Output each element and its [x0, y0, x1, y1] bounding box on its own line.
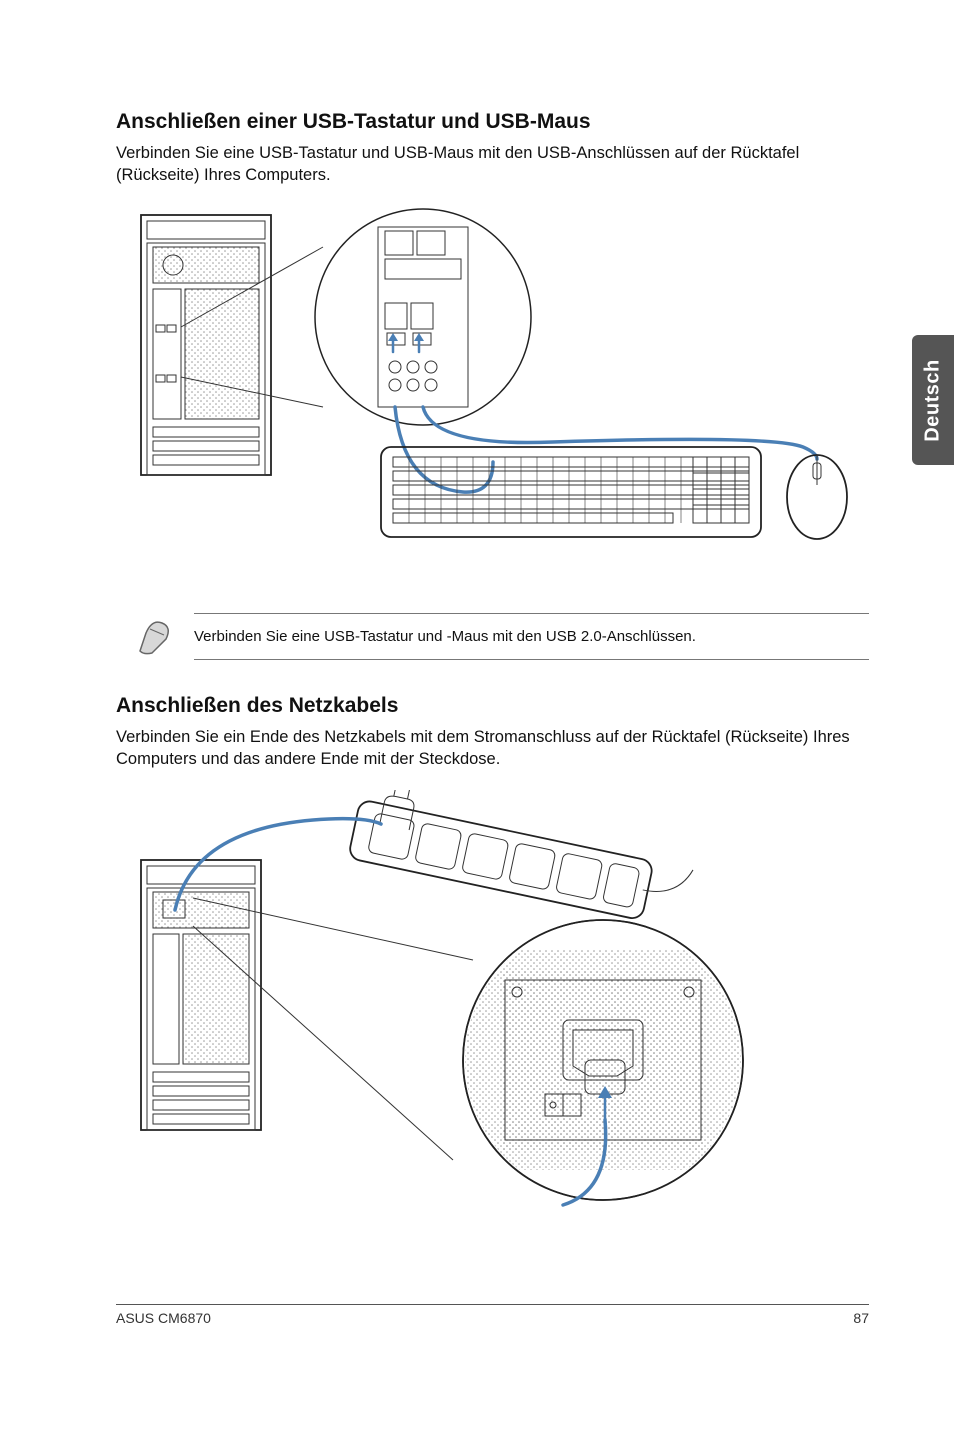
- section1-paragraph: Verbinden Sie eine USB-Tastatur und USB-…: [116, 142, 869, 187]
- mouse-icon: [787, 455, 847, 539]
- pencil-icon: [132, 613, 178, 659]
- pc-tower-icon: [141, 860, 261, 1130]
- power-inlet-zoom: [463, 920, 743, 1205]
- figure-usb-connection: [116, 201, 869, 583]
- language-tab-label: Deutsch: [922, 359, 945, 441]
- section2-heading: Anschließen des Netzkabels: [116, 694, 869, 718]
- power-strip-icon: [347, 790, 698, 929]
- keyboard-icon: [381, 447, 761, 537]
- pc-tower-icon: [141, 215, 271, 475]
- figure-power-connection: [116, 784, 869, 1226]
- language-tab: Deutsch: [912, 335, 954, 465]
- section2-paragraph: Verbinden Sie ein Ende des Netzkabels mi…: [116, 726, 869, 771]
- footer-product: ASUS CM6870: [116, 1310, 211, 1326]
- usb-port-zoom: [315, 209, 531, 425]
- section1-heading: Anschließen einer USB-Tastatur und USB-M…: [116, 110, 869, 134]
- note-text: Verbinden Sie eine USB-Tastatur und -Mau…: [194, 628, 869, 645]
- note-block: Verbinden Sie eine USB-Tastatur und -Mau…: [116, 613, 869, 660]
- page-footer: ASUS CM6870 87: [116, 1304, 869, 1326]
- footer-page-number: 87: [853, 1310, 869, 1326]
